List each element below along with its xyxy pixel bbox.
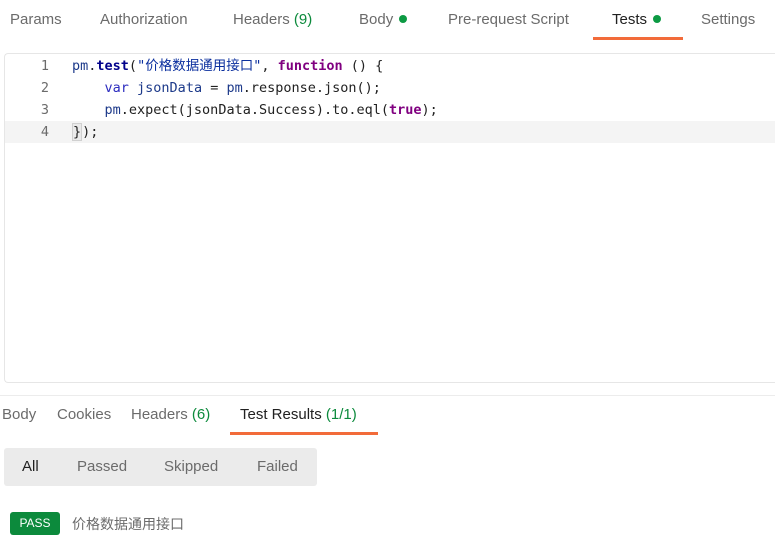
response-divider (0, 395, 775, 396)
code-text: pm.expect(jsonData.Success).to.eql(true)… (104, 102, 438, 118)
test-results-count: (1/1) (325, 406, 357, 423)
tab-body[interactable]: Body (359, 11, 408, 41)
line-number: 3 (40, 102, 49, 118)
response-tab-headers[interactable]: Headers (6) (131, 406, 210, 423)
tab-settings[interactable]: Settings (701, 11, 755, 41)
response-tab-cookies[interactable]: Cookies (57, 406, 111, 423)
status-badge: PASS (10, 512, 60, 535)
headers-count: (9) (293, 11, 313, 28)
filter-all[interactable]: All (22, 458, 39, 475)
tab-label: Pre-request Script (448, 11, 569, 28)
code-line-current: 4 }); (5, 121, 775, 143)
tab-label: Body (2, 406, 37, 423)
filter-failed[interactable]: Failed (257, 458, 298, 475)
tab-authorization[interactable]: Authorization (100, 11, 188, 41)
active-response-tab-underline (230, 432, 378, 435)
request-tab-bar: Params Authorization Headers (9) Body Pr… (0, 0, 775, 42)
filter-skipped[interactable]: Skipped (164, 458, 218, 475)
line-number: 2 (40, 80, 49, 96)
tab-label: Settings (701, 11, 756, 28)
filter-passed[interactable]: Passed (77, 458, 127, 475)
test-results-filter: All Passed Skipped Failed (4, 448, 317, 486)
tab-headers[interactable]: Headers (9) (233, 11, 312, 41)
tab-label: Body (359, 11, 394, 28)
body-indicator-dot-icon (399, 15, 408, 23)
tab-label: Cookies (57, 406, 112, 423)
active-tab-underline (593, 37, 683, 40)
tests-script-editor[interactable]: 1 pm.test("价格数据通用接口", function () { 2 va… (4, 53, 775, 383)
tab-label: Params (10, 11, 62, 28)
code-text: var jsonData = pm.response.json(); (104, 80, 381, 96)
code-text: }); (72, 123, 99, 141)
tab-label: Tests (612, 11, 648, 28)
tab-label: Authorization (100, 11, 188, 28)
response-tab-body[interactable]: Body (2, 406, 36, 423)
headers-count: (6) (191, 406, 211, 423)
tab-label: Test Results (240, 406, 322, 423)
tab-label: Headers (233, 11, 290, 28)
line-number: 4 (40, 124, 49, 140)
code-line: 3 pm.expect(jsonData.Success).to.eql(tru… (5, 99, 775, 121)
tab-label: Headers (131, 406, 188, 423)
line-number: 1 (40, 58, 49, 74)
code-text: pm.test("价格数据通用接口", function () { (72, 58, 384, 74)
response-tab-test-results[interactable]: Test Results (1/1) (240, 406, 357, 423)
tests-indicator-dot-icon (653, 15, 662, 23)
tab-params[interactable]: Params (10, 11, 62, 41)
code-line: 2 var jsonData = pm.response.json(); (5, 77, 775, 99)
test-result-name: 价格数据通用接口 (72, 517, 184, 533)
code-line: 1 pm.test("价格数据通用接口", function () { (5, 55, 775, 77)
tab-pre-request-script[interactable]: Pre-request Script (448, 11, 569, 41)
